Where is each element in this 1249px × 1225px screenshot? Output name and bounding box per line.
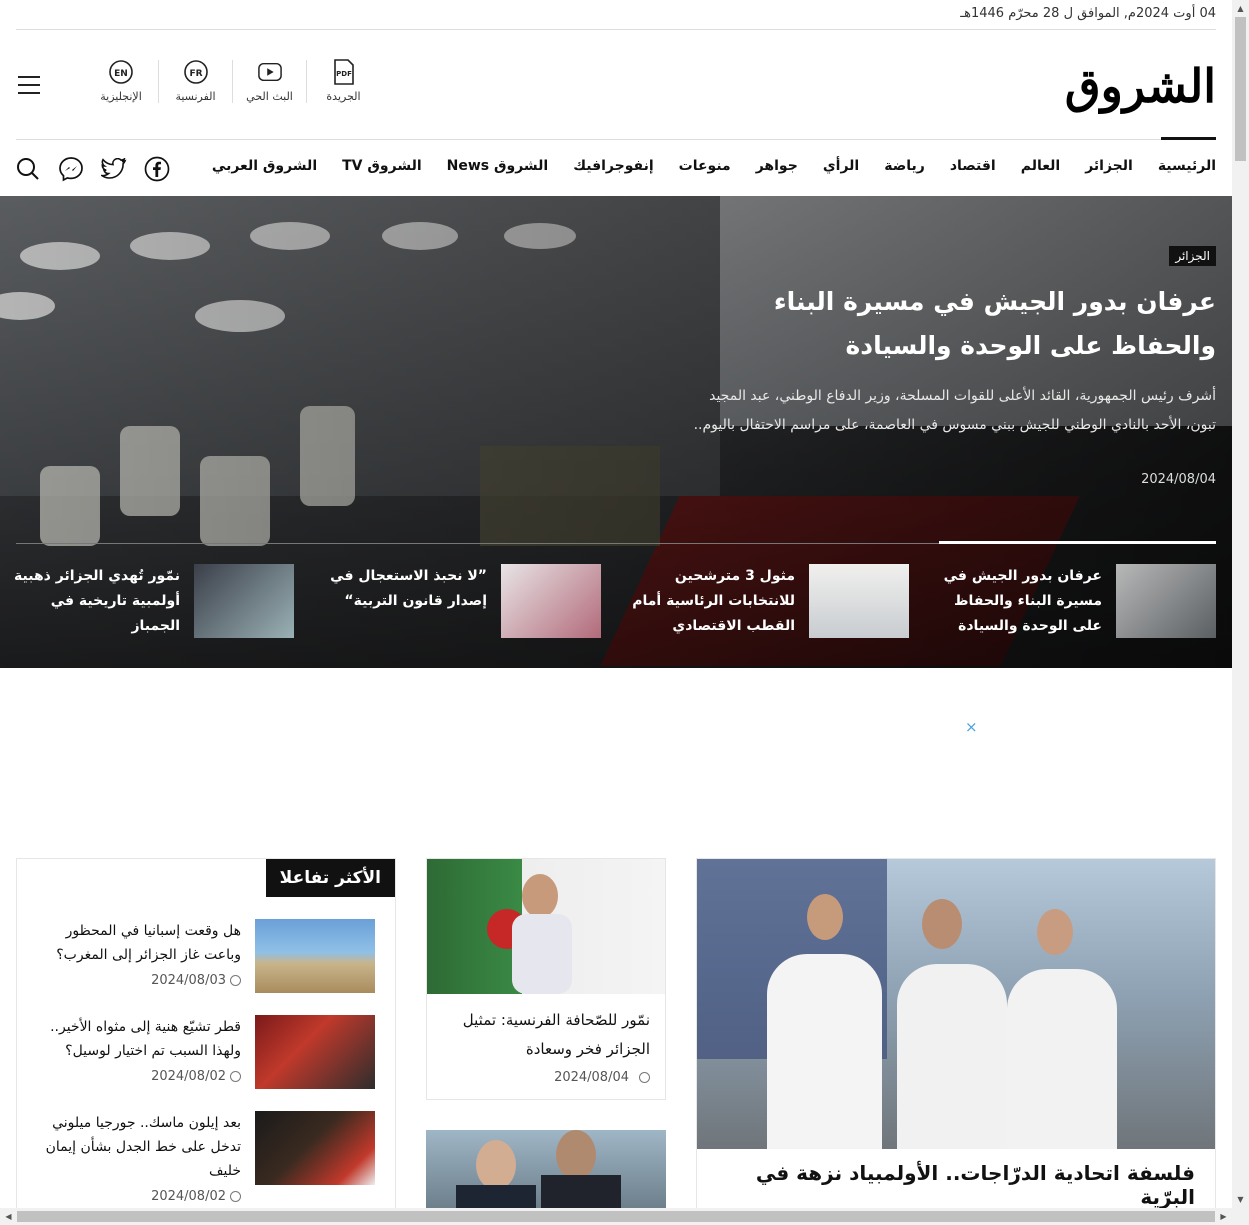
mini-title: عرفان بدور الجيش في مسيرة البناء والحفاظ… — [943, 568, 1102, 634]
hero-active-indicator — [939, 541, 1216, 544]
horizontal-scrollbar[interactable]: ◀ ▶ — [0, 1208, 1249, 1225]
nav-jawaher[interactable]: جواهر — [731, 158, 798, 174]
nav-sports[interactable]: رياضة — [859, 158, 925, 174]
most-interacted-box: الأكثر تفاعلا هل وقعت إسبانيا في المحظور… — [16, 858, 396, 1208]
news-card-meta: 2024/08/04 — [427, 1070, 665, 1085]
most-item-meta: 2024/08/02 — [35, 1069, 241, 1084]
scroll-up-arrow-icon[interactable]: ▲ — [1232, 0, 1249, 17]
feature-card[interactable]: فلسفة اتحادية الدرّاجات.. الأولمبياد نزه… — [696, 858, 1216, 1208]
most-item[interactable]: هل وقعت إسبانيا في المحظور وباعت غاز الج… — [35, 919, 375, 1009]
most-item-date: 2024/08/03 — [151, 973, 226, 988]
hero-mini-item[interactable]: عرفان بدور الجيش في مسيرة البناء والحفاظ… — [931, 564, 1216, 639]
tool-label: الإنجليزية — [100, 90, 142, 103]
youtube-icon — [257, 60, 282, 84]
news-card[interactable]: نمّور للصّحافة الفرنسية: تمثيل الجزائر ف… — [426, 858, 666, 1100]
category-tag[interactable]: الجزائر — [1169, 246, 1216, 266]
nav-opinion[interactable]: الرأي — [798, 158, 859, 174]
most-item-title: هل وقعت إسبانيا في المحظور وباعت غاز الج… — [56, 923, 241, 963]
news-card-image — [427, 859, 665, 994]
mini-thumbnail — [1116, 564, 1216, 638]
nav-algeria[interactable]: الجزائر — [1060, 158, 1133, 174]
messenger-icon[interactable] — [57, 155, 85, 183]
svg-text:EN: EN — [114, 69, 128, 79]
nav-echorouk-news[interactable]: الشروق News — [422, 158, 549, 174]
date-line: 04 أوت 2024م, الموافق ل 28 محرّم 1446هـ — [16, 6, 1216, 30]
menu-icon[interactable] — [18, 76, 40, 94]
social-bar — [14, 155, 186, 183]
most-item-thumbnail — [255, 1015, 375, 1089]
hero-mini-item[interactable]: نمّور تُهدي الجزائر ذهبية أولمبية تاريخي… — [9, 564, 294, 639]
hero-mini-item[interactable]: مثول 3 مترشحين للانتخابات الرئاسية أمام … — [624, 564, 909, 639]
svg-text:FR: FR — [189, 69, 202, 79]
scroll-left-arrow-icon[interactable]: ◀ — [0, 1208, 17, 1225]
news-card-title: نمّور للصّحافة الفرنسية: تمثيل الجزائر ف… — [462, 1011, 650, 1058]
most-interacted-heading: الأكثر تفاعلا — [265, 859, 395, 897]
vertical-scrollbar[interactable]: ▲ ▼ — [1232, 0, 1249, 1208]
nav-economy[interactable]: اقتصاد — [925, 158, 996, 174]
pdf-icon: PDF — [332, 59, 356, 85]
svg-text:PDF: PDF — [336, 70, 352, 78]
most-item-meta: 2024/08/02 — [35, 1189, 241, 1204]
scroll-right-arrow-icon[interactable]: ▶ — [1215, 1208, 1232, 1225]
nav-misc[interactable]: منوعات — [654, 158, 731, 174]
hero-mini-item[interactable]: ”لا نحبذ الاستعجال في إصدار قانون التربي… — [316, 564, 601, 639]
mini-title: ”لا نحبذ الاستعجال في إصدار قانون التربي… — [330, 568, 487, 609]
tool-label: البث الحي — [246, 90, 293, 103]
tool-label: الفرنسية — [175, 90, 216, 103]
english-version-link[interactable]: EN الإنجليزية — [84, 60, 158, 103]
hero-excerpt: أشرف رئيس الجمهورية، القائد الأعلى للقوا… — [693, 388, 1216, 433]
nav-divider — [16, 139, 1216, 140]
nav-active-indicator — [1161, 137, 1216, 140]
most-item-date: 2024/08/02 — [151, 1189, 226, 1204]
french-version-link[interactable]: FR الفرنسية — [158, 60, 232, 103]
english-lang-icon: EN — [109, 60, 133, 84]
hero-section[interactable]: الجزائر عرفان بدور الجيش في مسيرة البناء… — [0, 196, 1232, 668]
vertical-scroll-thumb[interactable] — [1235, 17, 1246, 161]
most-item[interactable]: قطر تشيّع هنية إلى مثواه الأخير.. ولهذا … — [35, 1015, 375, 1105]
live-stream-link[interactable]: البث الحي — [232, 60, 306, 103]
newspaper-pdf-link[interactable]: PDF الجريدة — [306, 59, 380, 103]
most-item-title: بعد إيلون ماسك.. جورجيا ميلوني تدخل على … — [45, 1115, 241, 1179]
mini-thumbnail — [501, 564, 601, 638]
feature-title: فلسفة اتحادية الدرّاجات.. الأولمبياد نزه… — [755, 1161, 1195, 1208]
news-card-date: 2024/08/04 — [554, 1070, 629, 1085]
mini-thumbnail — [809, 564, 909, 638]
hero-date: 2024/08/04 — [1141, 472, 1216, 487]
nav-echorouk-tv[interactable]: الشروق TV — [317, 158, 422, 174]
most-item-title: قطر تشيّع هنية إلى مثواه الأخير.. ولهذا … — [50, 1019, 241, 1059]
mini-thumbnail — [194, 564, 294, 638]
clock-icon — [230, 1191, 241, 1202]
search-icon[interactable] — [14, 155, 42, 183]
feature-image — [697, 859, 1215, 1149]
mini-title: نمّور تُهدي الجزائر ذهبية أولمبية تاريخي… — [14, 568, 180, 634]
facebook-icon[interactable] — [143, 155, 171, 183]
site-logo[interactable]: الشروق — [1065, 58, 1217, 114]
most-item[interactable]: بعد إيلون ماسك.. جورجيا ميلوني تدخل على … — [35, 1111, 375, 1204]
ad-close-button[interactable]: × — [965, 718, 978, 736]
nav-home[interactable]: الرئيسية — [1133, 158, 1216, 174]
tool-label: الجريدة — [326, 90, 361, 103]
twitter-icon[interactable] — [100, 155, 128, 183]
header-tools: PDF الجريدة البث الحي FR الفرنسية EN الإ… — [84, 59, 380, 103]
nav-infographic[interactable]: إنفوجرافيك — [548, 158, 653, 174]
clock-icon — [230, 1071, 241, 1082]
news-card-image-partial[interactable] — [426, 1130, 666, 1208]
mini-title: مثول 3 مترشحين للانتخابات الرئاسية أمام … — [632, 568, 795, 634]
clock-icon — [230, 975, 241, 986]
nav-echorouk-arabi[interactable]: الشروق العربي — [212, 158, 317, 174]
most-item-thumbnail — [255, 1111, 375, 1185]
page: 04 أوت 2024م, الموافق ل 28 محرّم 1446هـ … — [0, 0, 1232, 1208]
clock-icon — [639, 1072, 650, 1083]
most-item-meta: 2024/08/03 — [35, 973, 241, 988]
horizontal-scroll-thumb[interactable] — [17, 1211, 1215, 1222]
nav-world[interactable]: العالم — [996, 158, 1060, 174]
most-item-thumbnail — [255, 919, 375, 993]
most-item-date: 2024/08/02 — [151, 1069, 226, 1084]
scroll-down-arrow-icon[interactable]: ▼ — [1232, 1191, 1249, 1208]
hero-title[interactable]: عرفان بدور الجيش في مسيرة البناء والحفاظ… — [676, 280, 1216, 368]
main-nav: الرئيسية الجزائر العالم اقتصاد رياضة الر… — [212, 158, 1216, 174]
french-lang-icon: FR — [183, 60, 208, 84]
